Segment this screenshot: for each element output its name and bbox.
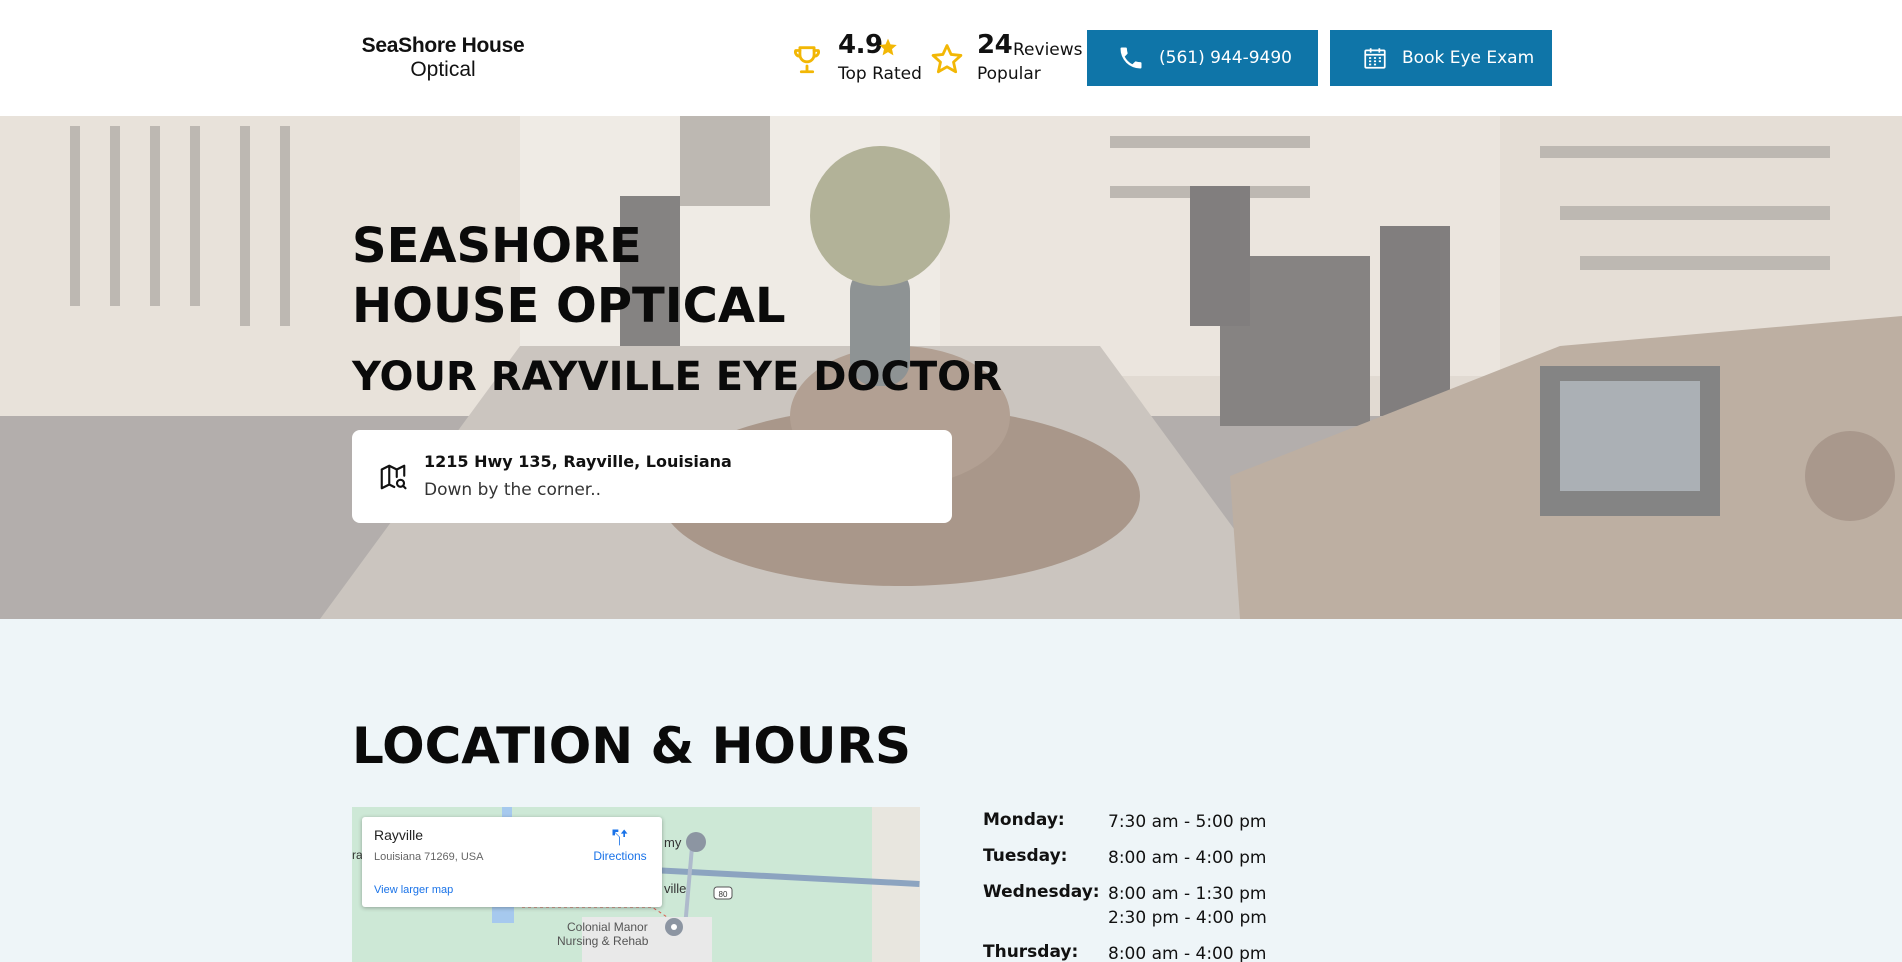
- reviews-word: Reviews: [1013, 40, 1083, 60]
- map-place-address: Louisiana 71269, USA: [374, 851, 484, 863]
- embedded-map[interactable]: 80 ville my ra Colonial Manor Nursing & …: [352, 807, 920, 962]
- location-hours-title: LOCATION & HOURS: [352, 717, 912, 775]
- logo[interactable]: SeaShore House Optical: [358, 34, 528, 82]
- site-header: SeaShore House Optical 4.9 Top Rated 24 …: [0, 0, 1902, 116]
- hours-time: 8:00 am - 1:30 pm 2:30 pm - 4:00 pm: [1108, 882, 1267, 930]
- hours-time: 8:00 am - 4:00 pm: [1108, 944, 1267, 962]
- address-note: Down by the corner..: [424, 480, 602, 500]
- view-larger-map-link[interactable]: View larger map: [374, 884, 453, 896]
- map-town-fragment: ville: [664, 881, 686, 896]
- hero-section: SEASHORE HOUSE OPTICAL YOUR RAYVILLE EYE…: [0, 116, 1902, 619]
- map-poi-line-1: Colonial Manor: [567, 920, 648, 934]
- trophy-icon: [794, 46, 820, 74]
- rating-stat: 4.9 Top Rated: [790, 30, 930, 86]
- hours-time: 7:30 am - 5:00 pm: [1108, 812, 1267, 832]
- calendar-icon: [1364, 48, 1386, 69]
- logo-line-1: SeaShore House: [361, 34, 525, 57]
- hero-title: SEASHORE HOUSE OPTICAL: [352, 216, 786, 336]
- hours-time: 8:00 am - 4:00 pm: [1108, 848, 1267, 868]
- hours-row: Wednesday: 8:00 am - 1:30 pm 2:30 pm - 4…: [983, 879, 1303, 939]
- hours-time-slot: 2:30 pm - 4:00 pm: [1108, 908, 1267, 928]
- map-place-name: Rayville: [374, 827, 424, 843]
- map-info-card: Rayville Louisiana 71269, USA View large…: [362, 817, 662, 907]
- hero-title-line-2: HOUSE OPTICAL: [352, 278, 786, 334]
- directions-label: Directions: [593, 849, 647, 863]
- phone-icon: [1120, 47, 1142, 69]
- call-button[interactable]: (561) 944-9490: [1087, 30, 1318, 86]
- hours-row: Thursday: 8:00 am - 4:00 pm: [983, 939, 1303, 962]
- directions-link[interactable]: Directions: [590, 827, 650, 863]
- hours-row: Monday: 7:30 am - 5:00 pm: [983, 807, 1303, 843]
- book-exam-button[interactable]: Book Eye Exam: [1330, 30, 1552, 86]
- hours-day: Tuesday:: [983, 846, 1068, 866]
- map-town-fragment-2: my: [664, 835, 682, 850]
- hours-time-slot: 8:00 am - 1:30 pm: [1108, 884, 1267, 904]
- map-road-number: 80: [719, 890, 728, 899]
- map-search-icon: [380, 464, 407, 490]
- address-card[interactable]: 1215 Hwy 135, Rayville, Louisiana Down b…: [352, 430, 952, 523]
- rating-label: Top Rated: [838, 64, 922, 84]
- directions-icon: [612, 829, 628, 846]
- hero-title-line-1: SEASHORE: [352, 218, 642, 274]
- star-filled-icon: [879, 38, 897, 56]
- star-outline-icon: [931, 44, 963, 74]
- reviews-stat: 24 Reviews Popular: [930, 30, 1083, 86]
- reviews-label: Popular: [977, 64, 1041, 84]
- hours-list: Monday: 7:30 am - 5:00 pm Tuesday: 8:00 …: [983, 807, 1303, 962]
- location-hours-section: LOCATION & HOURS 80 ville my ra Colonial…: [0, 619, 1902, 962]
- reviews-count: 24: [977, 30, 1013, 60]
- book-exam-label: Book Eye Exam: [1402, 48, 1535, 68]
- hours-day: Wednesday:: [983, 882, 1100, 902]
- rating-value: 4.9: [838, 30, 883, 60]
- logo-line-2: Optical: [410, 58, 476, 81]
- hero-subtitle: YOUR RAYVILLE EYE DOCTOR: [352, 354, 1002, 400]
- hours-day: Monday:: [983, 810, 1065, 830]
- call-button-label: (561) 944-9490: [1159, 48, 1292, 68]
- address-line: 1215 Hwy 135, Rayville, Louisiana: [424, 452, 732, 471]
- hours-row: Tuesday: 8:00 am - 4:00 pm: [983, 843, 1303, 879]
- hours-day: Thursday:: [983, 942, 1079, 962]
- map-poi-line-2: Nursing & Rehab: [557, 934, 649, 948]
